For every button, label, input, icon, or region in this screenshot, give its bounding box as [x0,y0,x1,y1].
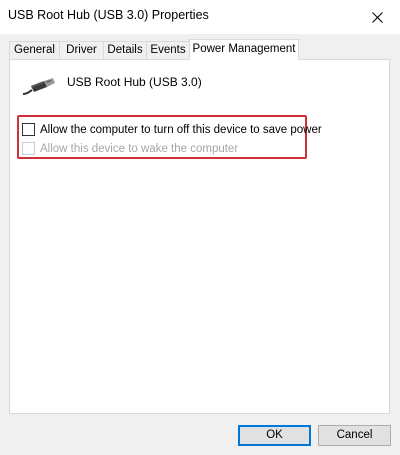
device-name: USB Root Hub (USB 3.0) [67,75,202,89]
window-title: USB Root Hub (USB 3.0) Properties [8,8,209,22]
tab-power-management[interactable]: Power Management [189,39,299,60]
allow-turn-off-label: Allow the computer to turn off this devi… [40,123,322,136]
tab-events[interactable]: Events [146,41,190,59]
title-bar: USB Root Hub (USB 3.0) Properties [0,0,400,34]
allow-wake-label: Allow this device to wake the computer [40,142,239,155]
allow-turn-off-checkbox[interactable] [22,123,35,136]
ok-button[interactable]: OK [238,425,311,446]
allow-wake-checkbox [22,142,35,155]
cancel-button[interactable]: Cancel [318,425,391,446]
allow-wake-option: Allow this device to wake the computer [22,142,238,155]
tab-driver[interactable]: Driver [59,41,104,59]
tab-details[interactable]: Details [103,41,147,59]
usb-plug-icon [22,78,55,95]
power-management-panel: USB Root Hub (USB 3.0) Allow the compute… [9,59,390,414]
properties-dialog: USB Root Hub (USB 3.0) Properties Genera… [0,0,400,455]
allow-turn-off-option[interactable]: Allow the computer to turn off this devi… [22,123,322,136]
close-button[interactable] [354,0,400,34]
tab-general[interactable]: General [9,41,60,59]
close-icon [371,11,383,23]
